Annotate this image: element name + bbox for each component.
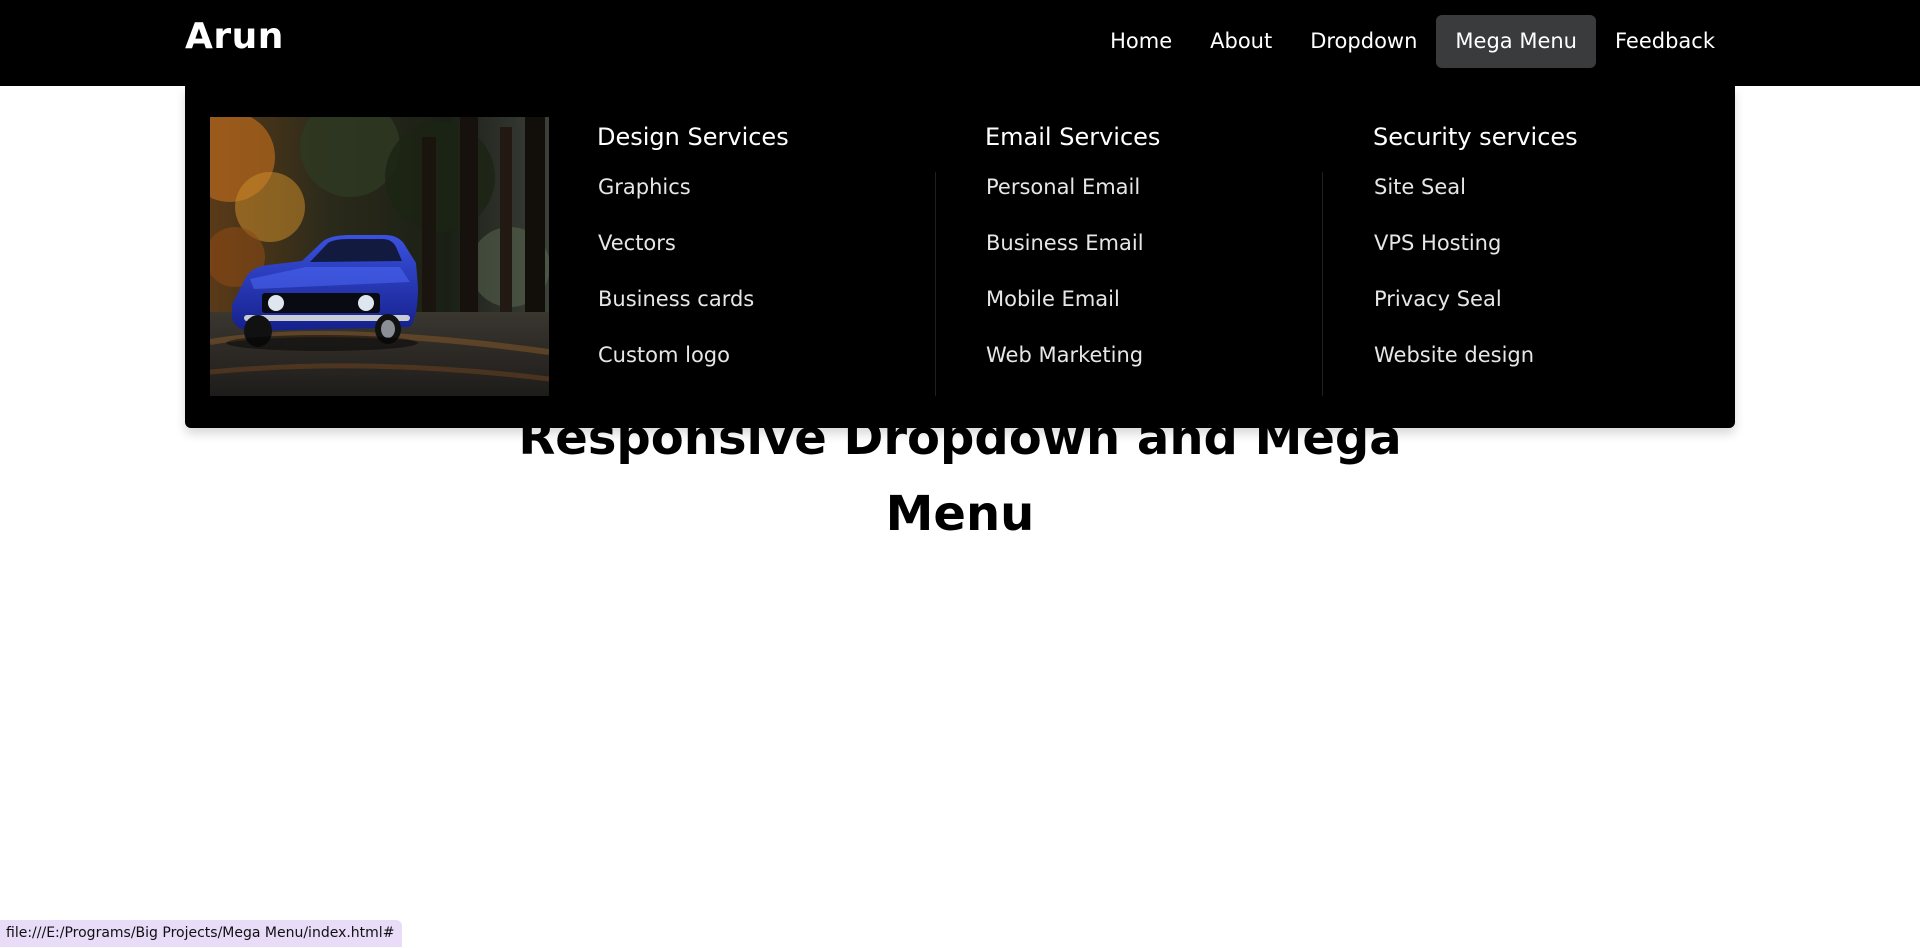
nav-link-feedback[interactable]: Feedback [1596,15,1734,68]
list-item: Business Email [986,231,1144,287]
nav-link-dropdown[interactable]: Dropdown [1291,15,1436,68]
menu-link-privacy-seal[interactable]: Privacy Seal [1374,287,1502,311]
menu-link-custom-logo[interactable]: Custom logo [598,343,730,367]
nav-item-home: Home [1091,15,1191,68]
mega-menu-panel: Design Services Graphics Vectors Busines… [185,86,1735,428]
list-item: Vectors [598,231,754,287]
link-list: Site Seal VPS Hosting Privacy Seal Websi… [1374,175,1534,399]
column-heading: Design Services [597,123,789,151]
list-item: Mobile Email [986,287,1144,343]
menu-link-vps-hosting[interactable]: VPS Hosting [1374,231,1501,255]
list-item: Website design [1374,343,1534,399]
link-list: Graphics Vectors Business cards Custom l… [598,175,754,399]
nav-link-mega-menu[interactable]: Mega Menu [1436,15,1596,68]
nav-link-home[interactable]: Home [1091,15,1191,68]
list-item: Site Seal [1374,175,1534,231]
list-item: Privacy Seal [1374,287,1534,343]
logo-link[interactable]: Arun [185,16,284,57]
menu-link-vectors[interactable]: Vectors [598,231,676,255]
list-item: Graphics [598,175,754,231]
nav-links: Home About Dropdown Mega Menu Feedback [1091,15,1734,68]
nav-item-mega-menu: Mega Menu [1436,15,1596,68]
page-title-line-2: Menu [885,486,1035,542]
menu-link-business-email[interactable]: Business Email [986,231,1144,255]
car-image [210,117,549,396]
link-list: Personal Email Business Email Mobile Ema… [986,175,1144,399]
status-bar-url: file:///E:/Programs/Big Projects/Mega Me… [0,920,403,947]
nav-item-about: About [1191,15,1291,68]
nav-item-feedback: Feedback [1596,15,1734,68]
column-divider [1322,172,1323,396]
menu-link-business-cards[interactable]: Business cards [598,287,754,311]
list-item: Web Marketing [986,343,1144,399]
list-item: VPS Hosting [1374,231,1534,287]
nav-link-about[interactable]: About [1191,15,1291,68]
menu-link-personal-email[interactable]: Personal Email [986,175,1140,199]
list-item: Custom logo [598,343,754,399]
menu-link-web-marketing[interactable]: Web Marketing [986,343,1143,367]
column-divider [935,172,936,396]
menu-link-website-design[interactable]: Website design [1374,343,1534,367]
column-heading: Email Services [985,123,1161,151]
menu-link-site-seal[interactable]: Site Seal [1374,175,1466,199]
column-heading: Security services [1373,123,1578,151]
menu-link-graphics[interactable]: Graphics [598,175,691,199]
navbar: Arun Home About Dropdown Mega Menu Feedb… [0,0,1920,86]
list-item: Personal Email [986,175,1144,231]
menu-link-mobile-email[interactable]: Mobile Email [986,287,1120,311]
nav-item-dropdown: Dropdown [1291,15,1436,68]
list-item: Business cards [598,287,754,343]
